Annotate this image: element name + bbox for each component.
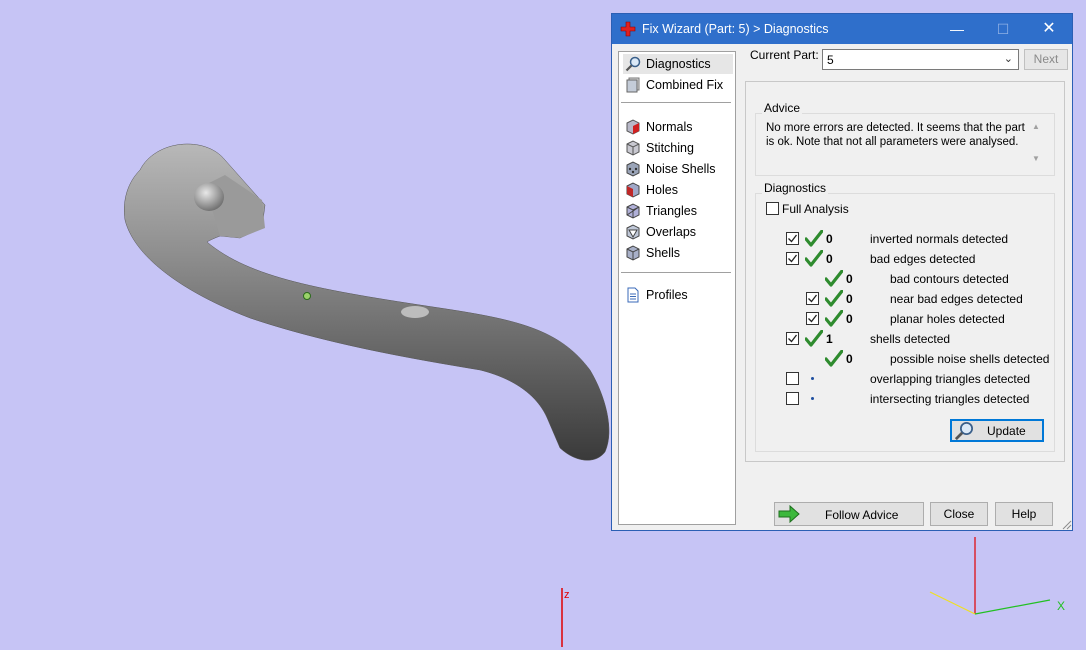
close-button[interactable]: Close: [930, 502, 988, 526]
overlaps-cube-icon: [626, 224, 640, 240]
magnifier-icon: [625, 56, 641, 72]
diagnostic-checkbox[interactable]: [786, 232, 799, 245]
diagnostic-checkbox[interactable]: [786, 252, 799, 265]
ok-check-icon: [805, 330, 823, 347]
nav-item-label: Profiles: [646, 288, 688, 302]
stitching-cube-icon: [626, 140, 640, 156]
combined-fix-icon: [626, 77, 640, 93]
diagnostic-checkbox[interactable]: [786, 332, 799, 345]
z-axis-label: z: [564, 589, 570, 601]
nav-item-overlaps[interactable]: Overlaps: [623, 222, 733, 242]
ok-check-icon: [825, 290, 843, 307]
nav-item-label: Diagnostics: [646, 57, 711, 71]
nav-item-label: Stitching: [646, 141, 694, 155]
advice-scrollbar[interactable]: ▲ ▼: [1030, 120, 1042, 168]
diagnostic-count: 0: [846, 352, 853, 366]
diagnostics-group-title: Diagnostics: [762, 181, 829, 195]
full-analysis-label: Full Analysis: [782, 202, 849, 216]
ok-check-icon: [805, 230, 823, 247]
noise-shells-cube-icon: [626, 161, 640, 177]
tube-model[interactable]: [124, 143, 610, 461]
diagnostic-checkbox[interactable]: [806, 312, 819, 325]
diagnostic-count: 0: [846, 292, 853, 306]
close-window-button[interactable]: ✕: [1026, 14, 1072, 44]
ok-check-icon: [805, 250, 823, 267]
axis-triad-corner: X: [929, 537, 1065, 615]
advice-text: No more errors are detected. It seems th…: [766, 122, 1025, 148]
follow-advice-label: Follow Advice: [825, 508, 899, 522]
diagnostic-label: near bad edges detected: [890, 292, 1023, 306]
normals-cube-icon: [626, 119, 640, 135]
update-button[interactable]: Update: [950, 419, 1044, 442]
not-analysed-dot-icon: [811, 397, 814, 400]
diagnostic-label: overlapping triangles detected: [870, 372, 1031, 386]
nav-item-label: Combined Fix: [646, 78, 724, 92]
diagnostic-label: planar holes detected: [890, 312, 1005, 326]
title-bar[interactable]: Fix Wizard (Part: 5) > Diagnostics — ☐ ✕: [612, 14, 1072, 44]
magnifier-icon: [954, 422, 973, 441]
follow-advice-button[interactable]: Follow Advice: [774, 502, 924, 526]
x-axis-label: X: [1057, 599, 1065, 613]
next-button[interactable]: Next: [1024, 49, 1068, 70]
nav-item-combined-fix[interactable]: Combined Fix: [623, 75, 733, 95]
minimize-button[interactable]: —: [934, 14, 980, 44]
fix-wizard-dialog: Fix Wizard (Part: 5) > Diagnostics — ☐ ✕…: [611, 13, 1073, 531]
diagnostic-checkbox[interactable]: [806, 292, 819, 305]
diagnostic-checkbox[interactable]: [786, 372, 799, 385]
scroll-down-icon: ▼: [1032, 154, 1040, 163]
ok-check-icon: [825, 270, 843, 287]
not-analysed-dot-icon: [811, 377, 814, 380]
nav-item-normals[interactable]: Normals: [623, 117, 733, 137]
diagnostic-count: 0: [846, 272, 853, 286]
nav-item-label: Holes: [646, 183, 678, 197]
current-part-select[interactable]: 5 ⌄: [822, 49, 1019, 70]
scroll-up-icon: ▲: [1032, 122, 1040, 131]
diagnostic-label: intersecting triangles detected: [870, 392, 1030, 406]
shells-cube-icon: [626, 245, 640, 261]
nav-item-label: Noise Shells: [646, 162, 716, 176]
chevron-down-icon: ⌄: [1003, 53, 1013, 65]
maximize-button[interactable]: ☐: [980, 14, 1026, 44]
diagnostic-count: 0: [826, 252, 833, 266]
triangles-cube-icon: [626, 203, 640, 219]
window-title: Fix Wizard (Part: 5) > Diagnostics: [642, 22, 829, 36]
red-cross-icon: [620, 21, 636, 37]
current-part-value: 5: [827, 53, 834, 67]
axis-indicator-center: z: [561, 588, 570, 647]
holes-cube-icon: [626, 182, 640, 198]
nav-item-holes[interactable]: Holes: [623, 180, 733, 200]
diagnostic-count: 0: [846, 312, 853, 326]
wizard-nav-panel: Diagnostics Combined Fix Normals Stitchi…: [618, 51, 736, 525]
nav-item-profiles[interactable]: Profiles: [623, 285, 733, 305]
ok-check-icon: [825, 310, 843, 327]
advice-group-title: Advice: [762, 101, 803, 115]
diagnostic-label: shells detected: [870, 332, 951, 346]
nav-item-triangles[interactable]: Triangles: [623, 201, 733, 221]
help-button[interactable]: Help: [995, 502, 1053, 526]
current-part-label: Current Part:: [750, 48, 819, 62]
nav-item-diagnostics[interactable]: Diagnostics: [623, 54, 733, 74]
green-arrow-icon: [778, 505, 800, 523]
nav-item-label: Overlaps: [646, 225, 697, 239]
full-analysis-checkbox[interactable]: [766, 202, 779, 215]
nav-divider: [621, 102, 731, 103]
diagnostic-label: possible noise shells detected: [890, 352, 1050, 366]
nav-item-label: Triangles: [646, 204, 697, 218]
update-label: Update: [987, 424, 1026, 438]
diagnostic-label: bad contours detected: [890, 272, 1009, 286]
nav-item-shells[interactable]: Shells: [623, 243, 733, 263]
profiles-document-icon: [627, 287, 639, 303]
diagnostic-checkbox[interactable]: [786, 392, 799, 405]
nav-item-noise-shells[interactable]: Noise Shells: [623, 159, 733, 179]
ok-check-icon: [825, 350, 843, 367]
nav-divider: [621, 272, 731, 273]
diagnostic-label: bad edges detected: [870, 252, 976, 266]
resize-grip-icon[interactable]: [1060, 518, 1072, 530]
nav-item-label: Normals: [646, 120, 693, 134]
diagnostic-label: inverted normals detected: [870, 232, 1009, 246]
diagnostic-count: 1: [826, 332, 833, 346]
nav-item-label: Shells: [646, 246, 681, 260]
diagnostic-count: 0: [826, 232, 833, 246]
nav-item-stitching[interactable]: Stitching: [623, 138, 733, 158]
